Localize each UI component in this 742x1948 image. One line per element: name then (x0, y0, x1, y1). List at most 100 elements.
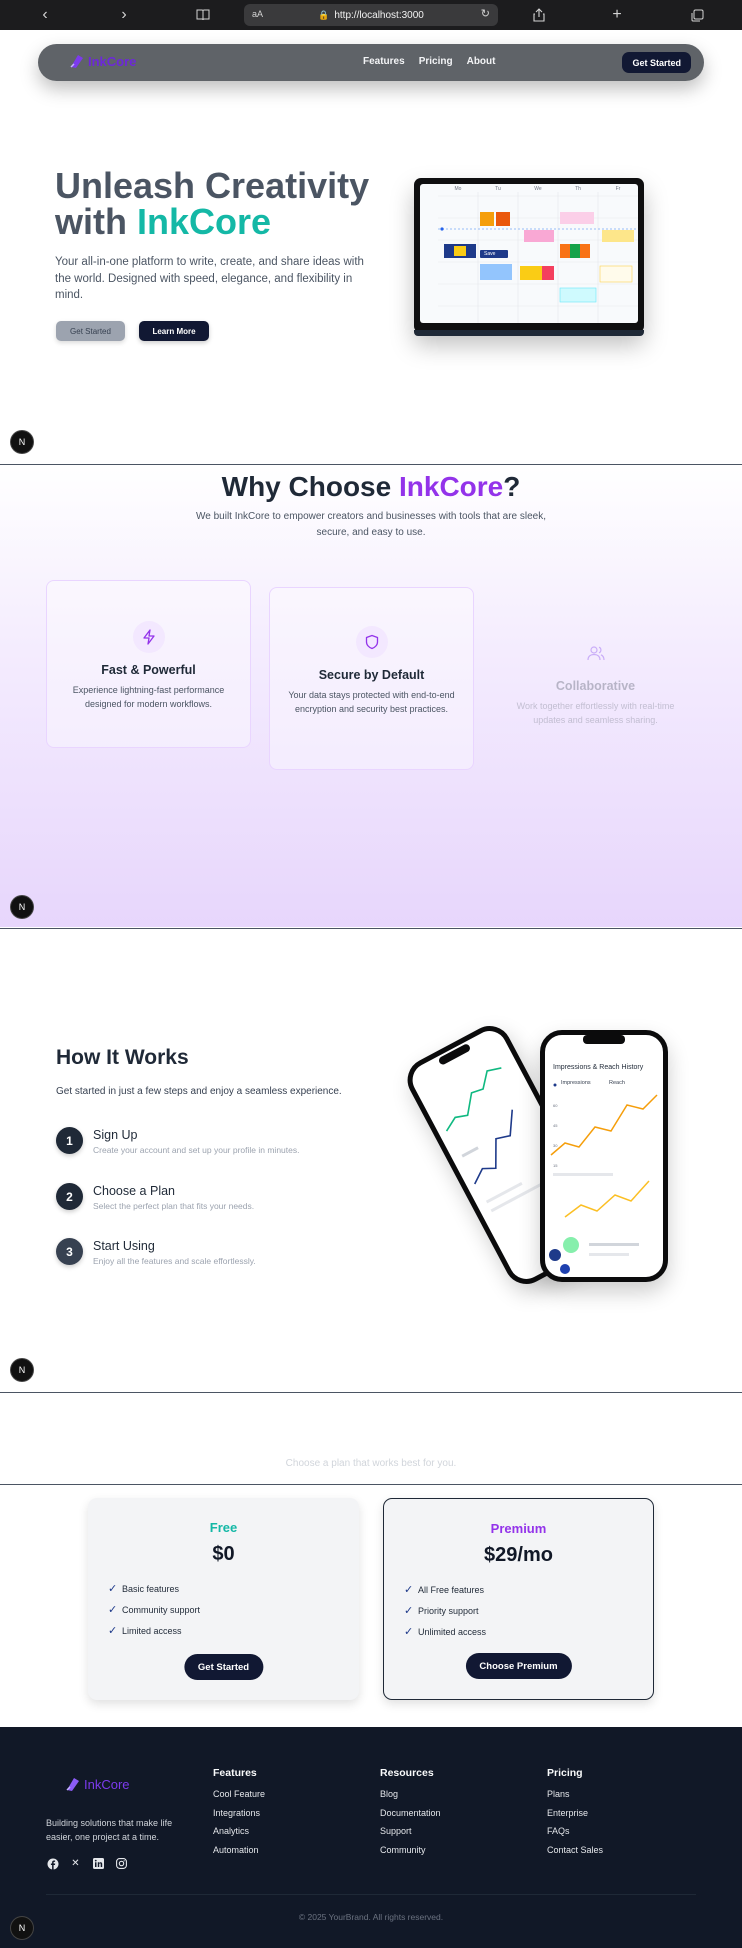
reload-icon[interactable]: ↻ (481, 7, 490, 20)
plan-feature: ✓ Community support (108, 1604, 201, 1616)
plan-feature: ✓ Priority support (404, 1605, 479, 1617)
nav-link-features[interactable]: Features (363, 56, 405, 67)
footer-link[interactable]: Documentation (380, 1808, 441, 1827)
nav-get-started-button[interactable]: Get Started (622, 52, 691, 73)
footer: InkCore Building solutions that make lif… (0, 1727, 742, 1948)
section-divider (0, 1392, 742, 1393)
new-tab-icon[interactable]: + (606, 4, 628, 26)
feature-description: Work together effortlessly with real-tim… (516, 701, 675, 725)
plan-price: $0 (212, 1543, 235, 1565)
footer-logo[interactable]: InkCore (64, 1775, 130, 1793)
tabs-icon[interactable] (686, 4, 708, 26)
navbar: InkCore Features Pricing About Get Start… (38, 44, 704, 81)
step-description: Select the perfect plan that fits your n… (93, 1201, 255, 1211)
footer-link[interactable]: Plans (547, 1789, 603, 1808)
feature-title: Fast & Powerful (101, 663, 196, 677)
feature-card: Secure by Default Your data stays protec… (269, 587, 474, 770)
why-title-suffix: ? (503, 471, 521, 502)
x-icon[interactable]: ✕ (69, 1857, 82, 1870)
footer-link[interactable]: Blog (380, 1789, 441, 1808)
footer-link[interactable]: Automation (213, 1845, 265, 1864)
check-icon: ✓ (404, 1584, 414, 1596)
step-number: 1 (56, 1127, 83, 1154)
footer-divider (46, 1894, 696, 1895)
forward-icon[interactable]: › (113, 4, 135, 26)
hero-title-line1: Unleash Creativity (55, 165, 370, 206)
logo[interactable]: InkCore (68, 52, 136, 70)
how-title: How It Works (56, 1046, 189, 1069)
social-links: ✕ (46, 1857, 128, 1870)
facebook-icon[interactable] (46, 1857, 59, 1870)
feature-description: Your data stays protected with end-to-en… (288, 690, 455, 714)
pen-logo-icon (70, 55, 83, 68)
plan-features: ✓ All Free features ✓ Priority support ✓ Un… (404, 1579, 653, 1642)
pricing-card-free: Free $0 ✓ Basic features ✓ Community suppo… (88, 1498, 359, 1700)
section-divider (0, 928, 742, 929)
footer-column-resources: Resources Blog Documentation Support Com… (380, 1767, 441, 1863)
footer-link[interactable]: Cool Feature (213, 1789, 265, 1808)
shield-icon (355, 626, 388, 658)
text-size-button[interactable]: aA (252, 9, 263, 19)
plan-feature: ✓ All Free features (404, 1584, 485, 1596)
feature-title: Secure by Default (318, 668, 425, 682)
step-number: 2 (56, 1183, 83, 1210)
step-item: 2 Choose a Plan Select the perfect plan … (56, 1183, 254, 1211)
footer-heading: Resources (380, 1767, 434, 1779)
footer-link[interactable]: FAQs (547, 1826, 603, 1845)
why-subtitle: We built InkCore to empower creators and… (196, 511, 546, 538)
footer-link[interactable]: Community (380, 1845, 441, 1864)
check-icon: ✓ (404, 1626, 414, 1638)
step-description: Create your account and set up your prof… (93, 1145, 300, 1155)
footer-link[interactable]: Contact Sales (547, 1845, 603, 1864)
url-text: http://localhost:3000 (334, 9, 424, 21)
hero-learn-more-button[interactable]: Learn More (139, 321, 209, 341)
footer-link[interactable]: Enterprise (547, 1808, 603, 1827)
address-bar[interactable]: aA 🔒 http://localhost:3000 ↻ (244, 4, 498, 26)
plan-name: Free (209, 1520, 238, 1535)
check-icon: ✓ (108, 1604, 118, 1616)
feature-card: Fast & Powerful Experience lightning-fas… (46, 580, 251, 748)
step-item: 1 Sign Up Create your account and set up… (56, 1127, 299, 1155)
plan-feature: ✓ Basic features (108, 1583, 180, 1595)
laptop-base (414, 330, 644, 336)
users-icon (580, 637, 612, 669)
svg-text:45: 45 (553, 1123, 558, 1128)
pricing-card-premium: Premium $29/mo ✓ All Free features ✓ Prior… (383, 1498, 654, 1700)
check-icon: ✓ (108, 1583, 118, 1595)
step-number: 3 (56, 1238, 83, 1265)
dev-badge[interactable]: N (11, 1917, 33, 1939)
nav-link-pricing[interactable]: Pricing (419, 56, 453, 67)
dev-badge[interactable]: N (11, 431, 33, 453)
hero-get-started-button[interactable]: Get Started (56, 321, 125, 341)
linkedin-icon[interactable] (92, 1857, 105, 1870)
plan-feature: ✓ Limited access (108, 1625, 182, 1637)
instagram-icon[interactable] (115, 1857, 128, 1870)
footer-link[interactable]: Integrations (213, 1808, 265, 1827)
share-icon[interactable] (528, 4, 550, 26)
feature-description: Experience lightning-fast performance de… (72, 685, 225, 709)
footer-logo-text: InkCore (84, 1776, 130, 1792)
how-subtitle: Get started in just a few steps and enjo… (56, 1086, 342, 1097)
phone-legend-reach: Reach (609, 1080, 625, 1086)
section-divider (0, 1484, 742, 1485)
bookmarks-icon[interactable] (192, 4, 214, 26)
svg-text:60: 60 (553, 1103, 558, 1108)
feature-card: Collaborative Work together effortlessly… (493, 598, 698, 768)
nav-link-about[interactable]: About (467, 56, 496, 67)
footer-link[interactable]: Analytics (213, 1826, 265, 1845)
step-title: Start Using (93, 1239, 155, 1253)
free-get-started-button[interactable]: Get Started (183, 1654, 264, 1680)
footer-link[interactable]: Support (380, 1826, 441, 1845)
footer-column-pricing: Pricing Plans Enterprise FAQs Contact Sa… (547, 1767, 603, 1863)
phone-chart: 60 45 30 15 (549, 1035, 658, 1274)
section-divider (0, 464, 742, 465)
dev-badge[interactable]: N (11, 1359, 33, 1381)
back-icon[interactable]: ‹ (34, 4, 56, 26)
choose-premium-button[interactable]: Choose Premium (465, 1653, 572, 1679)
why-title: Why Choose InkCore? (0, 471, 742, 503)
plan-price: $29/mo (484, 1544, 553, 1566)
nav-links: Features Pricing About (363, 56, 495, 67)
calendar-screen: Mo Tu We Th Fr Save (420, 184, 638, 323)
dev-badge[interactable]: N (11, 896, 33, 918)
plan-name: Premium (490, 1521, 547, 1536)
